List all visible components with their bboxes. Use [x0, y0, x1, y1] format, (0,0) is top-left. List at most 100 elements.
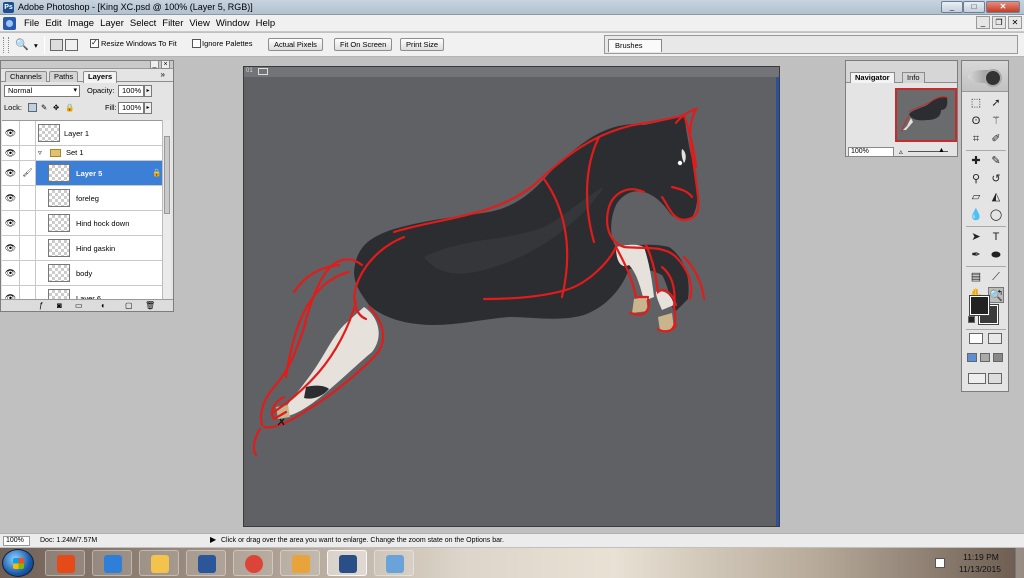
taskbar-photoshop-button[interactable]	[327, 550, 367, 576]
lock-position-icon[interactable]: ✥	[53, 103, 59, 113]
layer-row[interactable]: 👁 Layer 1	[2, 121, 162, 146]
visibility-eye-icon[interactable]: 👁	[2, 161, 20, 185]
layer-body[interactable]: Hind gaskin	[36, 236, 162, 260]
ignore-palettes-checkbox[interactable]	[192, 39, 201, 48]
lock-image-icon[interactable]: ✎	[41, 103, 47, 113]
layer-row[interactable]: 👁 Hind hock down	[2, 211, 162, 236]
slice-tool-icon[interactable]: ✐	[988, 131, 1004, 147]
standard-screen-mode-icon[interactable]	[967, 353, 977, 362]
menu-layer[interactable]: Layer	[100, 17, 130, 30]
menu-view[interactable]: View	[189, 17, 215, 30]
zoom-tool-preset-icon[interactable]: 🔍	[14, 37, 30, 53]
zoom-out-icon[interactable]	[65, 39, 78, 51]
notes-tool-icon[interactable]: ▤	[968, 269, 984, 285]
link-cell[interactable]	[20, 186, 36, 210]
palette-close-icon[interactable]: ×	[161, 60, 170, 69]
document-minimize-button[interactable]: _	[976, 16, 990, 29]
layer-body[interactable]: Layer 6	[36, 286, 162, 299]
lasso-tool-icon[interactable]: ʘ	[968, 113, 984, 129]
layer-row[interactable]: 👁 Hind gaskin	[2, 236, 162, 261]
taskbar-chrome-button[interactable]	[233, 550, 273, 576]
layer-body[interactable]: body	[36, 261, 162, 285]
eraser-tool-icon[interactable]: ▱	[968, 189, 984, 205]
layer-mask-icon[interactable]: ◙	[57, 301, 62, 310]
taskbar-paint-button[interactable]	[374, 550, 414, 576]
navigator-zoom-input[interactable]: 100%	[848, 147, 894, 157]
options-grip[interactable]	[3, 37, 9, 53]
menu-select[interactable]: Select	[130, 17, 162, 30]
lock-all-icon[interactable]: 🔒	[65, 103, 74, 113]
adobe-feather-icon[interactable]	[968, 69, 1002, 87]
menu-edit[interactable]: Edit	[45, 17, 67, 30]
menu-file[interactable]: File	[24, 17, 45, 30]
brush-tool-icon[interactable]: ✎	[988, 153, 1004, 169]
scrollbar-thumb[interactable]	[164, 136, 170, 214]
visibility-eye-icon[interactable]: 👁	[2, 186, 20, 210]
visibility-eye-icon[interactable]: 👁	[2, 146, 20, 160]
taskbar-internet-explorer-button[interactable]	[92, 550, 132, 576]
link-cell[interactable]	[20, 146, 36, 160]
taskbar-office-button[interactable]	[45, 550, 85, 576]
layer-row[interactable]: 👁 foreleg	[2, 186, 162, 211]
layer-body[interactable]: ▿ Set 1	[36, 146, 162, 160]
path-selection-tool-icon[interactable]: ➤	[968, 229, 984, 245]
close-button[interactable]: ✕	[986, 1, 1020, 13]
toolbox-header[interactable]	[962, 61, 1008, 92]
standard-mode-icon[interactable]	[969, 333, 983, 344]
visibility-eye-icon[interactable]: 👁	[2, 236, 20, 260]
photoshop-document-icon[interactable]	[3, 17, 16, 30]
tab-paths[interactable]: Paths	[49, 71, 79, 82]
layer-body[interactable]: Layer 1	[36, 121, 162, 145]
adjustment-layer-icon[interactable]: ◐	[101, 301, 106, 310]
pen-tool-icon[interactable]: ✒	[968, 247, 984, 263]
new-layer-icon[interactable]: ▢	[125, 301, 133, 310]
layer-list-scrollbar[interactable]	[162, 120, 171, 299]
link-cell[interactable]	[20, 121, 36, 145]
palette-menu-button[interactable]: »	[157, 70, 169, 81]
lock-transparency-icon[interactable]	[28, 103, 37, 112]
link-cell[interactable]	[20, 286, 36, 299]
layer-row[interactable]: 👁 body	[2, 261, 162, 286]
actual-pixels-button[interactable]: Actual Pixels	[268, 38, 323, 51]
zoom-in-icon[interactable]	[50, 39, 63, 51]
full-screen-mode-icon[interactable]	[993, 353, 1003, 362]
fit-on-screen-button[interactable]: Fit On Screen	[334, 38, 393, 51]
start-button[interactable]	[2, 549, 34, 577]
healing-brush-tool-icon[interactable]: ✚	[968, 153, 984, 169]
layer-row[interactable]: 👁 🖌 Layer 5 🔒	[2, 161, 162, 186]
dodge-tool-icon[interactable]: ◯	[988, 207, 1004, 223]
link-cell[interactable]	[20, 211, 36, 235]
taskbar-word-button[interactable]	[186, 550, 226, 576]
visibility-eye-icon[interactable]: 👁	[2, 286, 20, 299]
expand-triangle-icon[interactable]: ▿	[38, 148, 42, 158]
default-colors-icon[interactable]	[968, 316, 975, 323]
show-desktop-button[interactable]	[1015, 548, 1024, 578]
visibility-eye-icon[interactable]: 👁	[2, 121, 20, 145]
blend-mode-select[interactable]: Normal ▾	[4, 85, 80, 97]
opacity-slider-arrow-icon[interactable]: ▸	[144, 85, 152, 97]
layer-set-row[interactable]: 👁 ▿ Set 1	[2, 146, 162, 161]
layer-style-icon[interactable]: ƒ	[39, 301, 43, 310]
palette-minimize-icon[interactable]: _	[150, 60, 159, 69]
brushes-tab[interactable]: Brushes	[608, 39, 662, 52]
marquee-tool-icon[interactable]: ⬚	[968, 95, 984, 111]
menu-image[interactable]: Image	[68, 17, 100, 30]
canvas-artwork[interactable]	[244, 67, 781, 528]
taskbar-file-explorer-button[interactable]	[139, 550, 179, 576]
menu-window[interactable]: Window	[216, 17, 256, 30]
move-tool-icon[interactable]: ➚	[988, 95, 1004, 111]
link-cell[interactable]	[20, 261, 36, 285]
layer-body[interactable]: Hind hock down	[36, 211, 162, 235]
minimize-button[interactable]: _	[941, 1, 963, 13]
visibility-eye-icon[interactable]: 👁	[2, 261, 20, 285]
imageready-icon[interactable]	[988, 373, 1002, 384]
layer-body[interactable]: Layer 5 🔒	[36, 161, 162, 185]
fill-slider-arrow-icon[interactable]: ▸	[144, 102, 152, 114]
brush-active-icon[interactable]: 🖌	[20, 161, 36, 185]
print-size-button[interactable]: Print Size	[400, 38, 445, 51]
action-center-flag-icon[interactable]	[935, 558, 945, 568]
ellipse-shape-tool-icon[interactable]: ⬬	[988, 247, 1004, 263]
menu-filter[interactable]: Filter	[162, 17, 189, 30]
crop-tool-icon[interactable]: ⌗	[968, 131, 984, 147]
preset-dropdown-arrow-icon[interactable]: ▾	[34, 41, 38, 51]
